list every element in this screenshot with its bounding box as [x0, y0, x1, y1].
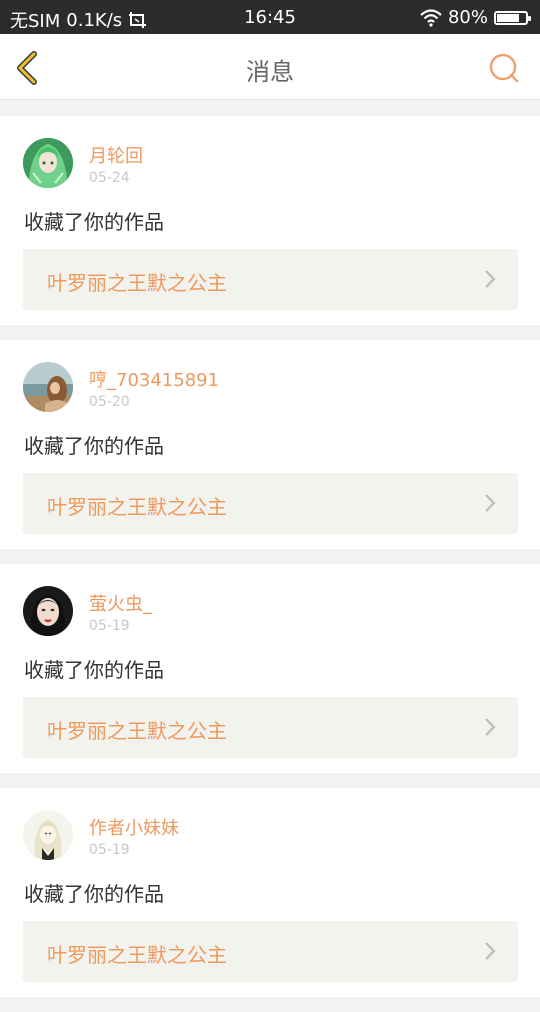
username[interactable]: 作者小妹妹 — [89, 814, 179, 840]
message-date: 05-20 — [89, 394, 130, 410]
chevron-right-icon — [485, 718, 496, 736]
action-text: 收藏了你的作品 — [24, 658, 164, 682]
message-card: 作者小妹妹 05-19 收藏了你的作品 叶罗丽之王默之公主 — [0, 788, 540, 997]
chevron-right-icon — [485, 270, 496, 288]
message-card: 月轮回 05-24 收藏了你的作品 叶罗丽之王默之公主 — [0, 116, 540, 325]
page-title: 消息 — [246, 58, 294, 86]
message-date: 05-19 — [89, 842, 130, 858]
message-card: 萤火虫_ 05-19 收藏了你的作品 叶罗丽之王默之公主 — [0, 564, 540, 773]
green-haired-anime-avatar[interactable] — [23, 138, 73, 188]
chevron-right-icon — [485, 494, 496, 512]
work-title: 叶罗丽之王默之公主 — [47, 943, 227, 967]
username[interactable]: 萤火虫_ — [89, 590, 152, 616]
anime-girl-sketch-avatar[interactable] — [23, 810, 73, 860]
search-icon[interactable] — [488, 52, 520, 84]
username[interactable]: 月轮回 — [89, 142, 143, 168]
wifi-icon — [420, 8, 442, 27]
action-text: 收藏了你的作品 — [24, 882, 164, 906]
message-card: 哼_703415891 05-20 收藏了你的作品 叶罗丽之王默之公主 — [0, 340, 540, 549]
seaside-girl-avatar[interactable] — [23, 362, 73, 412]
work-link[interactable]: 叶罗丽之王默之公主 — [23, 921, 518, 982]
work-link[interactable]: 叶罗丽之王默之公主 — [23, 473, 518, 534]
battery-percent: 80% — [447, 7, 488, 28]
work-title: 叶罗丽之王默之公主 — [47, 271, 227, 295]
message-date: 05-24 — [89, 170, 130, 186]
action-text: 收藏了你的作品 — [24, 434, 164, 458]
action-text: 收藏了你的作品 — [24, 210, 164, 234]
battery-icon — [494, 10, 531, 25]
woman-portrait-avatar[interactable] — [23, 586, 73, 636]
status-right: 80% — [420, 7, 531, 28]
status-bar: 无SIM 0.1K/s 16:45 80% — [0, 0, 540, 34]
chevron-right-icon — [485, 942, 496, 960]
work-title: 叶罗丽之王默之公主 — [47, 719, 227, 743]
work-link[interactable]: 叶罗丽之王默之公主 — [23, 249, 518, 310]
username[interactable]: 哼_703415891 — [89, 366, 219, 392]
message-list: 月轮回 05-24 收藏了你的作品 叶罗丽之王默之公主 哼_703415891 … — [0, 116, 540, 1012]
work-title: 叶罗丽之王默之公主 — [47, 495, 227, 519]
work-link[interactable]: 叶罗丽之王默之公主 — [23, 697, 518, 758]
battery-level — [497, 13, 520, 22]
message-date: 05-19 — [89, 618, 130, 634]
nav-bar: 消息 — [0, 34, 540, 100]
